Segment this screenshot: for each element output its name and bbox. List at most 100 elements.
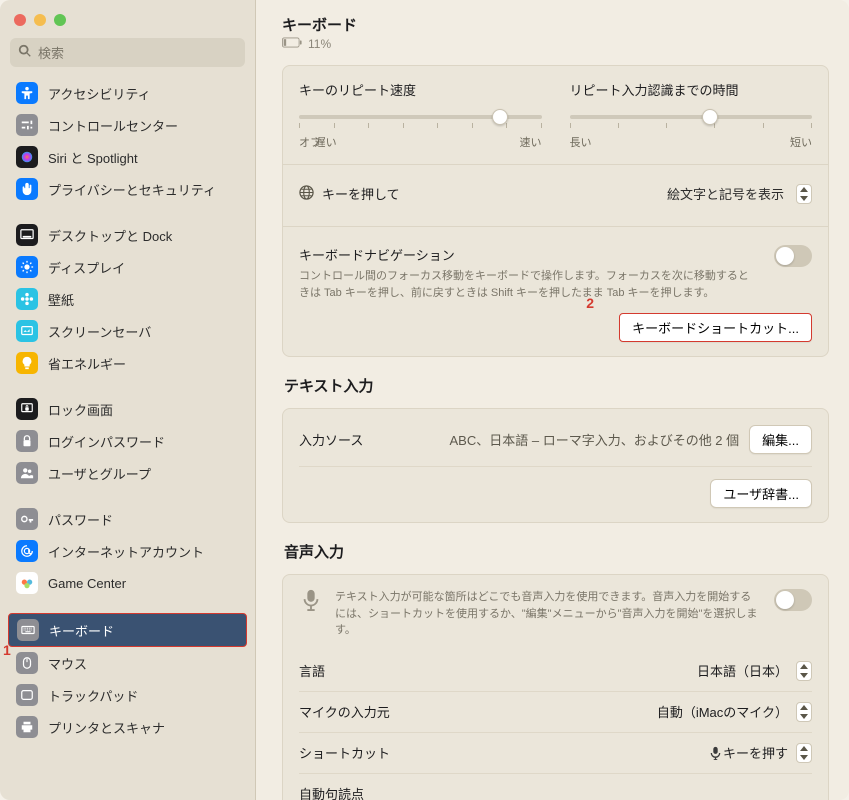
delay-repeat-slider[interactable]	[570, 115, 813, 119]
search-placeholder: 検索	[38, 43, 64, 62]
sidebar-item-gamecenter[interactable]: Game Center	[8, 567, 247, 599]
stepper-icon	[796, 702, 812, 722]
sidebar-item-users[interactable]: ユーザとグループ	[8, 457, 247, 489]
sidebar-item-label: ログインパスワード	[48, 432, 165, 451]
stepper-icon	[796, 184, 812, 204]
sidebar-item-trackpad[interactable]: トラックパッド	[8, 679, 247, 711]
sidebar-item-sliders[interactable]: コントロールセンター	[8, 109, 247, 141]
globe-icon	[299, 185, 314, 203]
screensaver-icon	[16, 320, 38, 342]
search-input[interactable]: 検索	[10, 38, 245, 67]
kb-nav-desc: コントロール間のフォーカス移動をキーボードで操作します。フォーカスを次に移動する…	[299, 268, 758, 301]
voice-mic-select[interactable]: 自動（iMacのマイク）	[657, 702, 812, 722]
slider-label-short: 短い	[790, 134, 812, 150]
sidebar-item-bulb[interactable]: 省エネルギー	[8, 347, 247, 379]
sidebar-item-label: プリンタとスキャナ	[48, 718, 165, 737]
press-key-select[interactable]: 絵文字と記号を表示	[657, 181, 812, 206]
key-icon	[16, 508, 38, 530]
at-icon	[16, 540, 38, 562]
sliders-icon	[16, 114, 38, 136]
voice-shortcut-value: キーを押す	[710, 743, 788, 762]
search-icon	[18, 44, 32, 61]
users-icon	[16, 462, 38, 484]
voice-mic-value: 自動（iMacのマイク）	[657, 702, 788, 721]
callout-2: 2	[586, 295, 594, 311]
auto-punct-label: 自動句読点	[299, 784, 364, 800]
siri-icon	[16, 146, 38, 168]
sidebar-item-label: 壁紙	[48, 290, 74, 309]
sun-icon	[16, 256, 38, 278]
keyboard-shortcuts-button[interactable]: キーボードショートカット...	[619, 313, 812, 342]
sidebar-item-at[interactable]: インターネットアカウント	[8, 535, 247, 567]
voice-input-toggle[interactable]	[774, 589, 812, 611]
sidebar-item-key[interactable]: パスワード	[8, 503, 247, 535]
sidebar-item-screensaver[interactable]: スクリーンセーバ	[8, 315, 247, 347]
text-input-title: テキスト入力	[284, 375, 829, 396]
minimize-window-button[interactable]	[34, 14, 46, 26]
lock-icon	[16, 430, 38, 452]
voice-mic-label: マイクの入力元	[299, 702, 390, 721]
voice-lang-value: 日本語（日本）	[697, 661, 788, 680]
bulb-icon	[16, 352, 38, 374]
sidebar-item-label: キーボード	[49, 621, 114, 640]
key-repeat-label: キーのリピート速度	[299, 80, 542, 99]
window-controls	[0, 0, 255, 34]
stepper-icon	[796, 661, 812, 681]
key-repeat-slider[interactable]	[299, 115, 542, 119]
page-title: キーボード	[282, 14, 829, 35]
sidebar-item-label: パスワード	[48, 510, 113, 529]
sidebar-item-label: トラックパッド	[48, 686, 138, 705]
sidebar-item-keyboard[interactable]: キーボード	[8, 613, 247, 647]
sidebar-item-label: コントロールセンター	[48, 116, 178, 135]
sidebar-item-siri[interactable]: Siri と Spotlight	[8, 141, 247, 173]
gamecenter-icon	[16, 572, 38, 594]
sidebar-item-hand[interactable]: プライバシーとセキュリティ	[8, 173, 247, 205]
sidebar-item-printer[interactable]: プリンタとスキャナ	[8, 711, 247, 743]
sidebar-item-label: アクセシビリティ	[48, 84, 151, 103]
sidebar-item-label: ユーザとグループ	[48, 464, 151, 483]
sidebar-item-dock[interactable]: デスクトップと Dock	[8, 219, 247, 251]
flower-icon	[16, 288, 38, 310]
zoom-window-button[interactable]	[54, 14, 66, 26]
content-area: キーボード 11% キーのリピート速度 オフ 遅い 速い	[256, 0, 849, 800]
sidebar-item-mouse[interactable]: マウス	[8, 647, 247, 679]
battery-percent: 11%	[308, 37, 331, 51]
sidebar-item-sun[interactable]: ディスプレイ	[8, 251, 247, 283]
input-source-label: 入力ソース	[299, 430, 363, 449]
lockscreen-icon	[16, 398, 38, 420]
sidebar-item-label: デスクトップと Dock	[48, 226, 172, 245]
voice-shortcut-label: ショートカット	[299, 743, 390, 762]
user-dictionary-button[interactable]: ユーザ辞書...	[710, 479, 812, 508]
sidebar-item-label: スクリーンセーバ	[48, 322, 151, 341]
sidebar-item-label: Game Center	[48, 576, 126, 591]
sidebar-item-label: インターネットアカウント	[48, 542, 204, 561]
press-key-value: 絵文字と記号を表示	[657, 181, 788, 206]
keyboard-settings-panel: キーのリピート速度 オフ 遅い 速い リピート入力認識までの時間	[282, 65, 829, 357]
voice-lang-label: 言語	[299, 661, 325, 680]
trackpad-icon	[16, 684, 38, 706]
callout-1: 1	[3, 642, 11, 658]
kb-nav-toggle[interactable]	[774, 245, 812, 267]
printer-icon	[16, 716, 38, 738]
edit-input-source-button[interactable]: 編集...	[749, 425, 812, 454]
sidebar-item-lock[interactable]: ログインパスワード	[8, 425, 247, 457]
voice-lang-select[interactable]: 日本語（日本）	[697, 661, 812, 681]
sidebar-item-accessibility[interactable]: アクセシビリティ	[8, 77, 247, 109]
sidebar: 検索 アクセシビリティコントロールセンター Siri と Spotlight プライ…	[0, 0, 256, 800]
dock-icon	[16, 224, 38, 246]
keyboard-icon	[17, 619, 39, 641]
mouse-icon	[16, 652, 38, 674]
sidebar-item-lockscreen[interactable]: ロック画面	[8, 393, 247, 425]
voice-input-panel: テキスト入力が可能な箇所はどこでも音声入力を使用できます。音声入力を開始するには…	[282, 574, 829, 800]
close-window-button[interactable]	[14, 14, 26, 26]
sidebar-item-flower[interactable]: 壁紙	[8, 283, 247, 315]
voice-shortcut-select[interactable]: キーを押す	[710, 743, 812, 763]
sidebar-item-label: Siri と Spotlight	[48, 148, 138, 167]
voice-desc: テキスト入力が可能な箇所はどこでも音声入力を使用できます。音声入力を開始するには…	[335, 589, 762, 639]
stepper-icon	[796, 743, 812, 763]
text-input-panel: 入力ソース ABC、日本語 – ローマ字入力、およびその他 2 個 編集... …	[282, 408, 829, 523]
sidebar-item-label: マウス	[48, 654, 87, 673]
accessibility-icon	[16, 82, 38, 104]
microphone-icon	[299, 589, 323, 611]
delay-repeat-label: リピート入力認識までの時間	[570, 80, 813, 99]
